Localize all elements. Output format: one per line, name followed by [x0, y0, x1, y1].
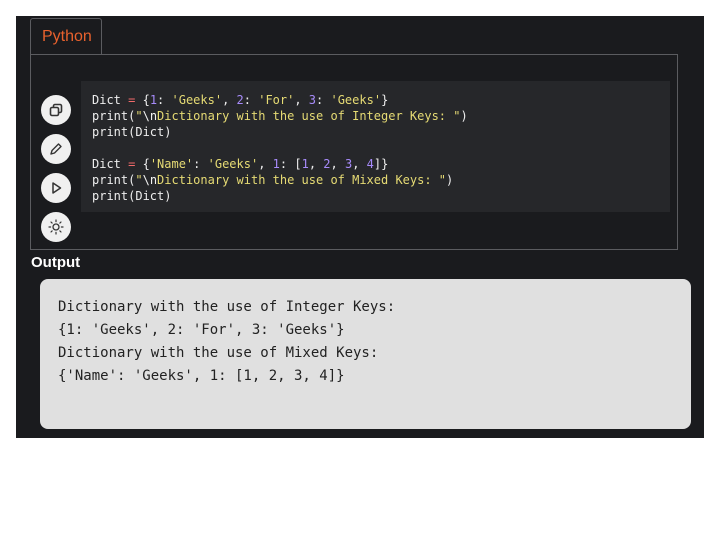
- code-toolbar: [41, 95, 73, 251]
- output-line: Dictionary with the use of Integer Keys:: [58, 299, 404, 315]
- code-token: 2: [323, 157, 331, 171]
- code-line: print(Dict): [92, 188, 670, 204]
- code-token: ": [135, 173, 143, 187]
- code-token: Dictionary with the use of Mixed Keys: ": [157, 173, 447, 187]
- code-token: : [: [279, 157, 302, 171]
- code-token: \n: [142, 173, 158, 187]
- output-line: {'Name': 'Geeks', 1: [1, 2, 3, 4]}: [58, 368, 345, 384]
- theme-icon: [48, 219, 64, 235]
- code-token: ": [135, 109, 143, 123]
- tab-python-label: Python: [42, 28, 92, 45]
- code-editor-frame: Dict = {1: 'Geeks', 2: 'For', 3: 'Geeks'…: [30, 54, 678, 250]
- code-token: \n: [142, 109, 158, 123]
- run-button[interactable]: [41, 173, 71, 203]
- code-line: print("\nDictionary with the use of Inte…: [92, 108, 670, 124]
- code-example-panel: Python Dict = {1: 'Geeks', 2: 'For', 3: …: [16, 16, 704, 438]
- code-token: print(: [92, 173, 136, 187]
- code-token: 'Name': [149, 157, 194, 171]
- code-token: }: [381, 93, 389, 107]
- code-line: Dict = {'Name': 'Geeks', 1: [1, 2, 3, 4]…: [92, 156, 670, 172]
- code-token: :: [316, 93, 331, 107]
- code-token: 'Geeks': [207, 157, 259, 171]
- code-token: 'Geeks': [330, 93, 382, 107]
- code-line: Dict = {1: 'Geeks', 2: 'For', 3: 'Geeks'…: [92, 92, 670, 108]
- code-token: Dict: [92, 157, 129, 171]
- output-line: Dictionary with the use of Mixed Keys:: [58, 345, 387, 361]
- code-token: {: [135, 157, 150, 171]
- tab-python[interactable]: Python: [30, 18, 102, 54]
- code-token: ,: [330, 157, 345, 171]
- copy-button[interactable]: [41, 95, 71, 125]
- output-heading: Output: [31, 254, 81, 271]
- code-token: 'For': [258, 93, 295, 107]
- run-icon: [52, 182, 62, 194]
- edit-icon: [50, 143, 62, 155]
- code-line: print(Dict): [92, 124, 670, 140]
- code-token: Dict: [92, 93, 129, 107]
- code-token: ]}: [373, 157, 389, 171]
- code-token: print(Dict): [92, 189, 172, 203]
- theme-toggle-button[interactable]: [41, 212, 71, 242]
- code-token: :: [157, 93, 172, 107]
- code-token: 4: [366, 157, 374, 171]
- code-token: 'Geeks': [171, 93, 223, 107]
- code-token: ,: [258, 157, 273, 171]
- code-token: ,: [352, 157, 367, 171]
- code-token: :: [193, 157, 208, 171]
- code-token: ,: [222, 93, 237, 107]
- code-token: 1: [272, 157, 280, 171]
- edit-button[interactable]: [41, 134, 71, 164]
- output-line: {1: 'Geeks', 2: 'For', 3: 'Geeks'}: [58, 322, 345, 338]
- code-token: 1: [149, 93, 158, 107]
- code-token: print(: [92, 109, 136, 123]
- code-token: Dictionary with the use of Integer Keys:…: [157, 109, 461, 123]
- code-token: ,: [308, 157, 324, 171]
- code-line: print("\nDictionary with the use of Mixe…: [92, 172, 670, 188]
- code-token: :: [243, 93, 259, 107]
- code-block[interactable]: Dict = {1: 'Geeks', 2: 'For', 3: 'Geeks'…: [81, 81, 670, 212]
- code-token: ): [460, 109, 468, 123]
- code-token: ): [446, 173, 454, 187]
- output-console: Dictionary with the use of Integer Keys:…: [40, 279, 691, 429]
- code-token: 3: [308, 93, 317, 107]
- code-token: {: [135, 93, 150, 107]
- code-token: 2: [236, 93, 244, 107]
- code-token: ,: [294, 93, 309, 107]
- code-token: 1: [301, 157, 309, 171]
- code-token: print(Dict): [92, 125, 172, 139]
- copy-icon: [49, 103, 63, 117]
